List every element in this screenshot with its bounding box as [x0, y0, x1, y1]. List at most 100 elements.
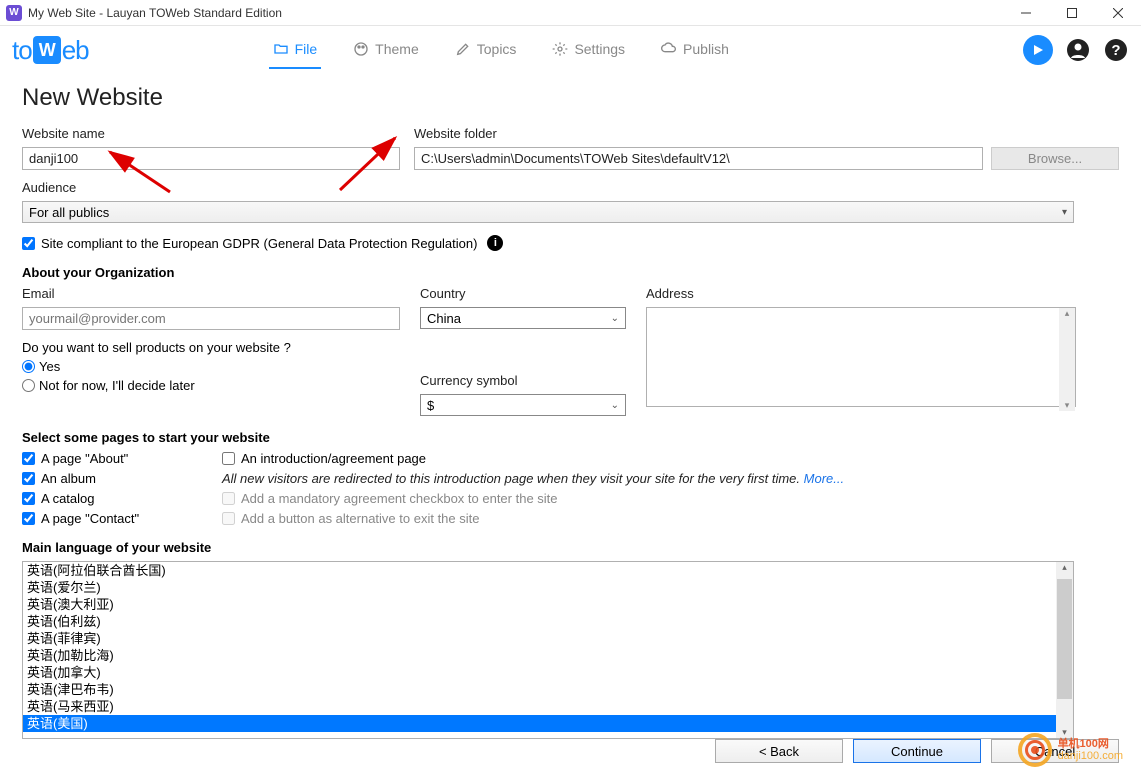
watermark: 单机100网 danji100.com [1018, 733, 1123, 767]
chevron-down-icon: ⌄ [611, 400, 619, 411]
minimize-button[interactable] [1003, 0, 1049, 26]
currency-value: $ [427, 398, 434, 413]
svg-text:?: ? [1111, 42, 1120, 59]
address-label: Address [646, 286, 1076, 301]
mandatory-checkbox [222, 492, 235, 505]
tab-file[interactable]: File [269, 31, 322, 69]
watermark-cn: 单机100网 [1058, 738, 1123, 750]
intro-hint: All new visitors are redirected to this … [222, 471, 1119, 486]
info-icon[interactable]: i [487, 235, 503, 251]
language-option[interactable]: 英语(爱尔兰) [23, 579, 1073, 596]
language-option[interactable]: 英语(菲律宾) [23, 630, 1073, 647]
mandatory-label: Add a mandatory agreement checkbox to en… [241, 491, 558, 506]
email-label: Email [22, 286, 400, 301]
tab-topics[interactable]: Topics [451, 31, 521, 69]
language-option[interactable]: 英语(马来西亚) [23, 698, 1073, 715]
pencil-icon [455, 41, 471, 57]
language-option[interactable]: 英语(津巴布韦) [23, 681, 1073, 698]
folder-icon [273, 41, 289, 57]
page-album-checkbox[interactable] [22, 472, 35, 485]
logo-mid: W [33, 36, 61, 64]
continue-button[interactable]: Continue [853, 739, 981, 763]
language-listbox[interactable]: 英语(阿拉伯联合酋长国)英语(爱尔兰)英语(澳大利亚)英语(伯利兹)英语(菲律宾… [22, 561, 1074, 739]
website-name-label: Website name [22, 126, 400, 141]
play-icon [1032, 44, 1044, 56]
country-label: Country [420, 286, 626, 301]
page-album-label: An album [41, 471, 96, 486]
back-button[interactable]: < Back [715, 739, 843, 763]
address-textarea[interactable] [646, 307, 1076, 407]
language-option[interactable]: 英语(美国) [23, 715, 1073, 732]
user-icon [1066, 38, 1090, 62]
audience-value: For all publics [29, 205, 109, 220]
tab-theme[interactable]: Theme [349, 31, 423, 69]
tab-publish[interactable]: Publish [657, 31, 733, 69]
browse-button[interactable]: Browse... [991, 147, 1119, 170]
tab-publish-label: Publish [683, 41, 729, 57]
org-heading: About your Organization [22, 265, 1119, 280]
sell-yes-radio[interactable] [22, 360, 35, 373]
title-bar: W My Web Site - Lauyan TOWeb Standard Ed… [0, 0, 1141, 26]
preview-button[interactable] [1023, 35, 1053, 65]
website-folder-label: Website folder [414, 126, 1119, 141]
tab-theme-label: Theme [375, 41, 419, 57]
sell-no-label: Not for now, I'll decide later [39, 378, 195, 393]
page-about-checkbox[interactable] [22, 452, 35, 465]
language-option[interactable]: 英语(伯利兹) [23, 613, 1073, 630]
page-about-label: A page "About" [41, 451, 128, 466]
sell-question: Do you want to sell products on your web… [22, 340, 400, 355]
currency-select[interactable]: $ ⌄ [420, 394, 626, 416]
logo-post: eb [62, 35, 89, 66]
page-catalog-checkbox[interactable] [22, 492, 35, 505]
language-option[interactable]: 英语(加勒比海) [23, 647, 1073, 664]
email-input[interactable] [22, 307, 400, 330]
lang-heading: Main language of your website [22, 540, 1119, 555]
app-icon: W [6, 5, 22, 21]
close-button[interactable] [1095, 0, 1141, 26]
page-intro-label: An introduction/agreement page [241, 451, 426, 466]
language-option[interactable]: 英语(澳大利亚) [23, 596, 1073, 613]
exit-button-checkbox [222, 512, 235, 525]
account-button[interactable] [1065, 37, 1091, 63]
country-value: China [427, 311, 461, 326]
palette-icon [353, 41, 369, 57]
maximize-button[interactable] [1049, 0, 1095, 26]
currency-label: Currency symbol [420, 373, 626, 388]
window-title: My Web Site - Lauyan TOWeb Standard Edit… [28, 6, 1003, 20]
gdpr-label: Site compliant to the European GDPR (Gen… [41, 236, 477, 251]
audience-label: Audience [22, 180, 1119, 195]
help-icon: ? [1104, 38, 1128, 62]
tab-file-label: File [295, 41, 318, 57]
chevron-down-icon: ▾ [1062, 207, 1067, 218]
page-title: New Website [22, 84, 1119, 112]
watermark-en: danji100.com [1058, 750, 1123, 762]
gdpr-checkbox[interactable] [22, 237, 35, 250]
website-name-input[interactable] [22, 147, 400, 170]
sell-yes-label: Yes [39, 359, 60, 374]
country-select[interactable]: China ⌄ [420, 307, 626, 329]
page-contact-label: A page "Contact" [41, 511, 139, 526]
page-intro-checkbox[interactable] [222, 452, 235, 465]
scrollbar[interactable]: ▴▾ [1059, 308, 1075, 411]
logo: to W eb [12, 35, 89, 66]
page-catalog-label: A catalog [41, 491, 95, 506]
more-link[interactable]: More... [804, 471, 844, 486]
cloud-upload-icon [661, 41, 677, 57]
toolbar: to W eb File Theme Topics Settings Publi… [0, 26, 1141, 74]
tab-topics-label: Topics [477, 41, 517, 57]
help-button[interactable]: ? [1103, 37, 1129, 63]
scrollbar[interactable]: ▴▾ [1056, 562, 1073, 738]
website-folder-input[interactable] [414, 147, 983, 170]
tab-settings[interactable]: Settings [548, 31, 629, 69]
chevron-down-icon: ⌄ [611, 313, 619, 324]
language-option[interactable]: 英语(阿拉伯联合酋长国) [23, 562, 1073, 579]
audience-select[interactable]: For all publics ▾ [22, 201, 1074, 223]
logo-pre: to [12, 35, 32, 66]
gear-icon [552, 41, 568, 57]
page-contact-checkbox[interactable] [22, 512, 35, 525]
sell-no-radio[interactable] [22, 379, 35, 392]
tab-settings-label: Settings [574, 41, 625, 57]
language-option[interactable]: 英语(加拿大) [23, 664, 1073, 681]
pages-heading: Select some pages to start your website [22, 430, 1119, 445]
exit-button-label: Add a button as alternative to exit the … [241, 511, 479, 526]
